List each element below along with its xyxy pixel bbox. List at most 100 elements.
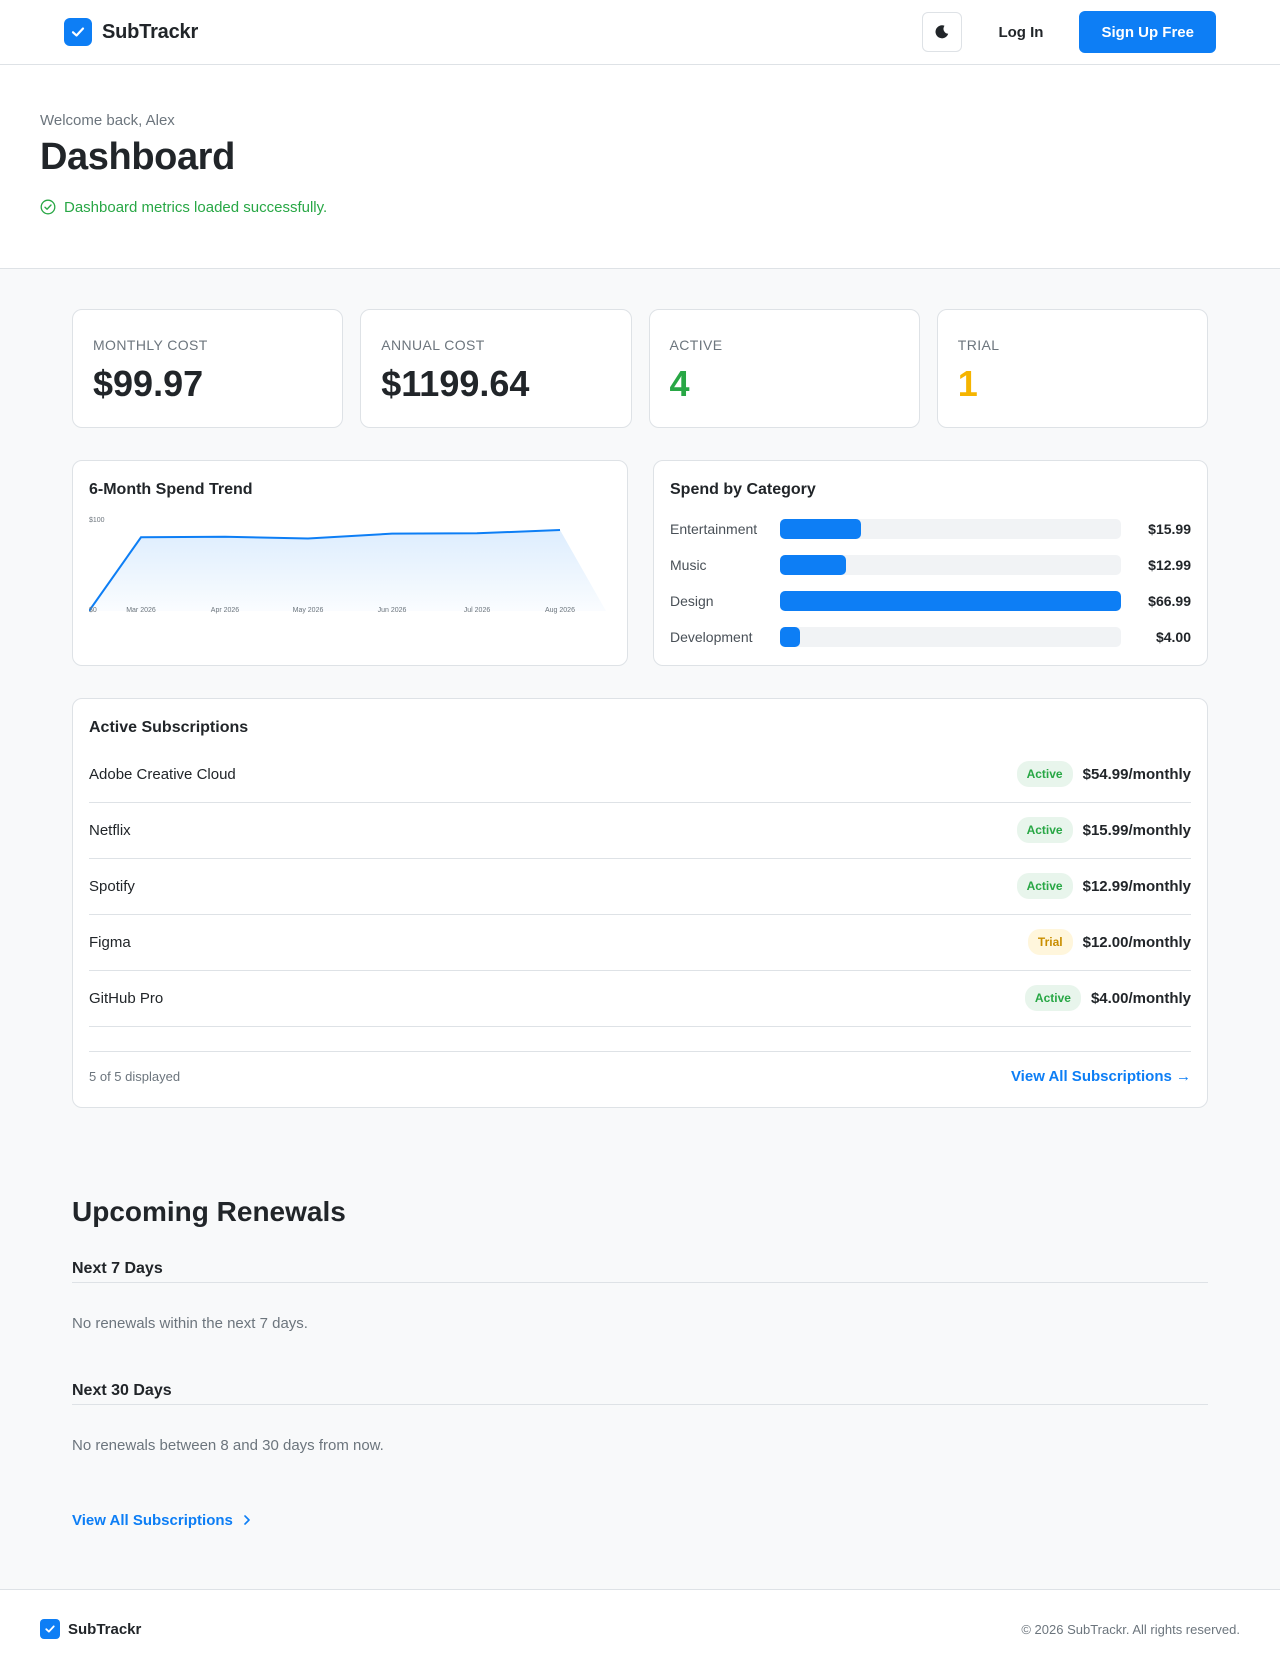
subscription-meta: Active $4.00/monthly bbox=[1024, 985, 1191, 1012]
view-all-subscriptions-link[interactable]: View All Subscriptions → bbox=[1011, 1068, 1191, 1085]
category-row: Music $12.99 bbox=[670, 547, 1191, 583]
category-row: Design $66.99 bbox=[670, 583, 1191, 619]
status-badge: Active bbox=[1016, 817, 1073, 844]
subscriptions-footer: 5 of 5 displayed View All Subscriptions … bbox=[89, 1050, 1191, 1085]
subscription-price: $12.99/monthly bbox=[1082, 877, 1191, 895]
x-tick-label: Jul 2026 bbox=[464, 607, 491, 614]
footer-brand-name: SubTrackr bbox=[68, 1620, 142, 1638]
footer-brand[interactable]: SubTrackr bbox=[40, 1619, 142, 1640]
subscription-meta: Active $15.99/monthly bbox=[1016, 817, 1191, 844]
x-tick-label: Apr 2026 bbox=[211, 607, 240, 614]
dashboard-hero: Welcome back, Alex Dashboard Dashboard m… bbox=[0, 65, 1280, 269]
subscription-name: Figma bbox=[89, 933, 131, 951]
check-icon bbox=[64, 18, 92, 46]
check-circle-icon bbox=[40, 199, 56, 215]
subscription-name: Spotify bbox=[89, 877, 135, 895]
category-amount: $66.99 bbox=[1148, 592, 1191, 609]
panel-title: 6-Month Spend Trend bbox=[89, 480, 253, 498]
theme-toggle-button[interactable] bbox=[922, 12, 963, 52]
category-bar-fill bbox=[780, 590, 1121, 611]
subscription-name: Netflix bbox=[89, 821, 131, 839]
renewals-next-7-days: Next 7 Days No renewals within the next … bbox=[72, 1260, 1208, 1332]
category-bar-track bbox=[780, 554, 1121, 575]
subscription-row[interactable]: GitHub Pro Active $4.00/monthly bbox=[89, 971, 1191, 1027]
active-subscriptions-panel: Active Subscriptions Adobe Creative Clou… bbox=[72, 697, 1208, 1108]
y-tick-label: $0 bbox=[89, 607, 97, 614]
category-name: Entertainment bbox=[670, 520, 758, 537]
group-heading: Next 7 Days bbox=[72, 1260, 1208, 1283]
stat-card-trial: Trial 1 bbox=[936, 308, 1208, 428]
chevron-right-icon bbox=[244, 1515, 250, 1526]
category-amount: $12.99 bbox=[1148, 556, 1191, 573]
upcoming-renewals-section: Upcoming Renewals Next 7 Days No renewal… bbox=[0, 1108, 1280, 1589]
x-tick-label: Aug 2026 bbox=[545, 607, 575, 614]
subscription-list: Adobe Creative Cloud Active $54.99/month… bbox=[89, 747, 1191, 1027]
stat-label: Active bbox=[669, 336, 723, 353]
subscription-meta: Trial $12.00/monthly bbox=[1027, 929, 1191, 956]
category-bar-track bbox=[780, 518, 1121, 539]
subscription-price: $12.00/monthly bbox=[1082, 933, 1191, 951]
top-navbar: SubTrackr Log In Sign Up Free bbox=[0, 0, 1280, 65]
spend-trend-panel: 6-Month Spend Trend $100 $0 Mar 2026 Apr 20… bbox=[72, 459, 628, 666]
status-badge: Active bbox=[1024, 985, 1081, 1012]
stat-value: $1199.64 bbox=[381, 362, 530, 404]
brand[interactable]: SubTrackr bbox=[64, 18, 198, 46]
category-row: Entertainment $15.99 bbox=[670, 511, 1191, 547]
signup-button[interactable]: Sign Up Free bbox=[1079, 11, 1216, 53]
x-tick-label: Mar 2026 bbox=[126, 607, 156, 614]
subscription-name: Adobe Creative Cloud bbox=[89, 765, 236, 783]
category-bar-fill bbox=[780, 626, 801, 647]
x-tick-label: May 2026 bbox=[293, 607, 324, 614]
stats-row: Monthly Cost $99.97 Annual Cost $1199.64… bbox=[72, 308, 1208, 428]
check-icon bbox=[40, 1619, 60, 1640]
section-title: Upcoming Renewals bbox=[72, 1195, 346, 1227]
subscription-row[interactable]: Spotify Active $12.99/monthly bbox=[89, 859, 1191, 915]
spend-trend-chart: $100 $0 Mar 2026 Apr 2026 May 2026 Jun 2026 Ju… bbox=[89, 517, 606, 614]
empty-message: No renewals within the next 7 days. bbox=[72, 1314, 308, 1332]
empty-message: No renewals between 8 and 30 days from n… bbox=[72, 1436, 384, 1454]
page-title: Dashboard bbox=[40, 136, 235, 178]
subscription-meta: Active $54.99/monthly bbox=[1016, 761, 1191, 788]
renewals-next-30-days: Next 30 Days No renewals between 8 and 3… bbox=[72, 1382, 1208, 1454]
dashboard-main: Monthly Cost $99.97 Annual Cost $1199.64… bbox=[0, 269, 1280, 1108]
link-label: View All Subscriptions bbox=[72, 1511, 233, 1529]
category-bar-fill bbox=[780, 554, 847, 575]
stat-label: Annual Cost bbox=[381, 336, 485, 353]
stat-label: Trial bbox=[957, 336, 1000, 353]
group-heading: Next 30 Days bbox=[72, 1382, 1208, 1405]
status-text: Dashboard metrics loaded successfully. bbox=[64, 198, 328, 216]
subscription-row[interactable]: Figma Trial $12.00/monthly bbox=[89, 915, 1191, 971]
view-all-subscriptions-link[interactable]: View All Subscriptions bbox=[72, 1512, 1208, 1529]
trend-area bbox=[89, 529, 606, 611]
stat-card-active: Active 4 bbox=[648, 308, 920, 428]
category-row: Development $4.00 bbox=[670, 619, 1191, 655]
subscription-row[interactable]: Netflix Active $15.99/monthly bbox=[89, 803, 1191, 859]
category-name: Design bbox=[670, 592, 714, 609]
stat-card-annual: Annual Cost $1199.64 bbox=[360, 308, 632, 428]
x-tick-label: Jun 2026 bbox=[378, 607, 407, 614]
category-amount: $15.99 bbox=[1148, 520, 1191, 537]
subscription-meta: Active $12.99/monthly bbox=[1016, 873, 1191, 900]
welcome-text: Welcome back, Alex bbox=[40, 112, 175, 129]
login-link[interactable]: Log In bbox=[994, 24, 1047, 41]
spend-by-category-panel: Spend by Category Entertainment $15.99 M… bbox=[653, 459, 1208, 666]
category-amount: $4.00 bbox=[1155, 628, 1191, 645]
category-name: Development bbox=[670, 628, 753, 645]
status-badge: Active bbox=[1016, 873, 1073, 900]
category-bar-fill bbox=[780, 518, 862, 539]
subscription-row[interactable]: Adobe Creative Cloud Active $54.99/month… bbox=[89, 747, 1191, 803]
status-badge: Active bbox=[1016, 761, 1073, 788]
stat-value: 1 bbox=[957, 362, 978, 404]
nav-actions: Log In Sign Up Free bbox=[922, 11, 1216, 53]
brand-name: SubTrackr bbox=[102, 20, 199, 43]
category-list: Entertainment $15.99 Music $12.99 Design… bbox=[670, 511, 1191, 655]
panel-title: Active Subscriptions bbox=[89, 718, 249, 736]
status-message: Dashboard metrics loaded successfully. bbox=[40, 199, 1240, 216]
panel-title: Spend by Category bbox=[670, 480, 816, 498]
category-bar-track bbox=[780, 626, 1121, 647]
subscription-price: $54.99/monthly bbox=[1082, 765, 1191, 783]
category-name: Music bbox=[670, 556, 707, 573]
subscription-name: GitHub Pro bbox=[89, 989, 164, 1007]
subscription-price: $4.00/monthly bbox=[1090, 989, 1191, 1007]
moon-icon bbox=[935, 25, 949, 39]
